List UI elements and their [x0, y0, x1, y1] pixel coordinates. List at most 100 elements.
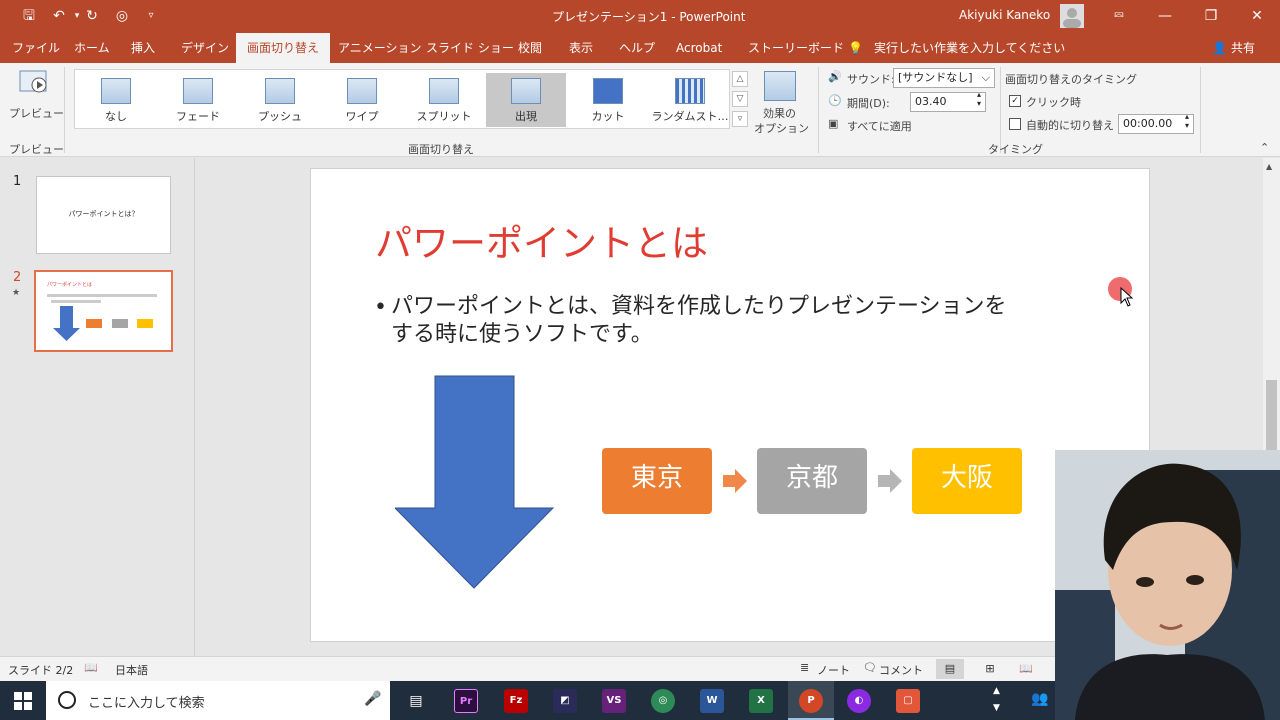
avatar[interactable]: [1060, 4, 1084, 28]
on-click-checkbox[interactable]: ✓: [1009, 95, 1021, 107]
scroll-thumb[interactable]: [1266, 380, 1277, 450]
tab-animations[interactable]: アニメーション: [338, 33, 422, 63]
app-icon[interactable]: ◎: [651, 689, 675, 713]
apply-all-icon: ▣: [828, 117, 839, 130]
transition-push[interactable]: プッシュ: [240, 73, 320, 127]
spinner-icon[interactable]: ▴ ▾: [1185, 112, 1189, 130]
save-icon[interactable]: 🖫: [20, 7, 38, 25]
gallery-down-icon[interactable]: ▽: [732, 91, 748, 107]
tab-acrobat[interactable]: Acrobat: [676, 33, 722, 63]
user-name[interactable]: Akiyuki Kaneko: [959, 8, 1050, 22]
reading-view-icon[interactable]: 📖: [1016, 659, 1036, 679]
gallery-more-icon[interactable]: ▿: [732, 111, 748, 127]
transition-none[interactable]: なし: [76, 73, 156, 127]
auto-after-input[interactable]: 00:00.00 ▴ ▾: [1118, 112, 1194, 134]
premiere-icon[interactable]: Pr: [454, 689, 478, 713]
comments-button[interactable]: コメント: [879, 662, 923, 678]
auto-after-checkbox[interactable]: [1009, 118, 1021, 130]
minimize-icon[interactable]: —: [1142, 0, 1188, 33]
tab-help[interactable]: ヘルプ: [619, 33, 655, 63]
taskbar-search-input[interactable]: ここに入力して検索 🎤: [46, 681, 390, 720]
transition-reveal[interactable]: 出現: [486, 73, 566, 127]
thumbnail-arrow-icon: [53, 306, 80, 341]
excel-icon[interactable]: X: [749, 689, 773, 713]
gallery-up-icon[interactable]: △: [732, 71, 748, 87]
slide-sorter-icon[interactable]: ⊞: [980, 659, 1000, 679]
app-icon[interactable]: ◐: [847, 689, 871, 713]
transition-split[interactable]: スプリット: [404, 73, 484, 127]
transition-label: カット: [591, 110, 625, 123]
share-button[interactable]: 共有: [1231, 33, 1255, 63]
tab-design[interactable]: デザイン: [181, 33, 229, 63]
transition-wipe[interactable]: ワイプ: [322, 73, 402, 127]
tab-slideshow[interactable]: スライド ショー: [426, 33, 514, 63]
tab-home[interactable]: ホーム: [74, 33, 110, 63]
tell-me-input[interactable]: 実行したい作業を入力してください: [874, 33, 1065, 63]
down-arrow-shape[interactable]: [395, 375, 555, 589]
timing-group-label: タイミング: [988, 143, 1043, 156]
slide-thumbnail-2[interactable]: パワーポイントとは: [34, 270, 173, 352]
microphone-icon[interactable]: 🎤: [364, 691, 381, 707]
tab-view[interactable]: 表示: [569, 33, 593, 63]
transition-fade[interactable]: フェード: [158, 73, 238, 127]
slide-title[interactable]: パワーポイントとは: [375, 213, 708, 267]
spellcheck-icon[interactable]: 📖: [84, 661, 98, 674]
bullet-text-line-2[interactable]: する時に使うソフトです。: [391, 321, 653, 349]
bullet-dot: •: [374, 295, 387, 320]
tab-storyboard[interactable]: ストーリーボード: [748, 33, 844, 63]
sound-value: [サウンドなし]: [898, 71, 973, 84]
box-tokyo[interactable]: 東京: [602, 448, 712, 514]
transition-label: ランダムスト…: [651, 110, 729, 123]
slide-canvas[interactable]: パワーポイントとは • パワーポイントとは、資料を作成したりプレゼンテーションを…: [310, 168, 1150, 642]
comments-icon[interactable]: 🗨: [863, 661, 877, 674]
language-label[interactable]: 日本語: [115, 662, 148, 678]
duration-input[interactable]: 03.40 ▴ ▾: [910, 90, 986, 112]
bullet-text-line-1[interactable]: パワーポイントとは、資料を作成したりプレゼンテーションを: [391, 293, 1007, 321]
transition-split-icon: [429, 78, 459, 104]
effect-options-icon[interactable]: [764, 71, 796, 101]
apply-all-button[interactable]: すべてに適用: [847, 118, 912, 134]
box-kyoto[interactable]: 京都: [757, 448, 867, 514]
effect-options-label-2[interactable]: オプション: [754, 120, 809, 136]
ribbon: プレビュー プレビュー なし フェード プッシュ ワイプ スプリット 出現 カッ…: [0, 63, 1280, 157]
share-icon[interactable]: 👤: [1212, 33, 1227, 63]
restore-icon[interactable]: ❐: [1188, 0, 1234, 33]
word-icon[interactable]: W: [700, 689, 724, 713]
scroll-up-icon[interactable]: ▲: [1266, 162, 1272, 171]
sound-dropdown[interactable]: [サウンドなし] ⌵: [893, 68, 995, 88]
tab-review[interactable]: 校閲: [518, 33, 542, 63]
filezilla-icon[interactable]: Fz: [504, 689, 528, 713]
notes-icon[interactable]: ≣: [800, 661, 809, 674]
customize-toolbar-icon[interactable]: ▿: [142, 7, 160, 25]
transition-cut[interactable]: カット: [568, 73, 648, 127]
app-icon[interactable]: ◩: [553, 689, 577, 713]
box-osaka[interactable]: 大阪: [912, 448, 1022, 514]
windows-start-icon[interactable]: [14, 692, 32, 710]
preview-icon[interactable]: [17, 69, 49, 97]
powerpoint-taskbar-button[interactable]: P: [788, 681, 834, 720]
effect-options-label-1[interactable]: 効果の: [763, 105, 796, 121]
notes-button[interactable]: ノート: [817, 662, 850, 678]
task-view-icon[interactable]: ▤: [404, 689, 428, 713]
slide-thumbnail-1[interactable]: パワーポイントとは？: [36, 176, 171, 254]
tab-file[interactable]: ファイル: [12, 33, 60, 63]
spinner-icon[interactable]: ▴ ▾: [977, 90, 981, 108]
collapse-ribbon-icon[interactable]: ⌃: [1260, 141, 1269, 154]
people-icon[interactable]: 👥: [1031, 691, 1048, 707]
normal-view-icon[interactable]: ▤: [936, 659, 964, 679]
tab-insert[interactable]: 挿入: [131, 33, 155, 63]
tray-arrows-icon[interactable]: ▲ ▼: [993, 683, 1000, 717]
redo-icon[interactable]: ↻: [83, 7, 101, 25]
undo-icon[interactable]: ↶: [50, 7, 68, 25]
app-icon[interactable]: ▢: [896, 689, 920, 713]
preview-button[interactable]: プレビュー: [9, 105, 64, 121]
thumbnail-text-line: [51, 300, 101, 303]
ribbon-tabs: ファイル ホーム 挿入 デザイン 画面切り替え アニメーション スライド ショー…: [0, 33, 1280, 63]
thumbnail-box: [137, 319, 153, 328]
start-from-beginning-icon[interactable]: ◎: [113, 7, 131, 25]
tab-transitions[interactable]: 画面切り替え: [236, 33, 331, 63]
ribbon-display-icon[interactable]: ⮹: [1096, 0, 1142, 33]
visual-studio-icon[interactable]: VS: [602, 689, 626, 713]
transition-random-bars[interactable]: ランダムスト…: [650, 73, 730, 127]
close-icon[interactable]: ✕: [1234, 0, 1280, 33]
